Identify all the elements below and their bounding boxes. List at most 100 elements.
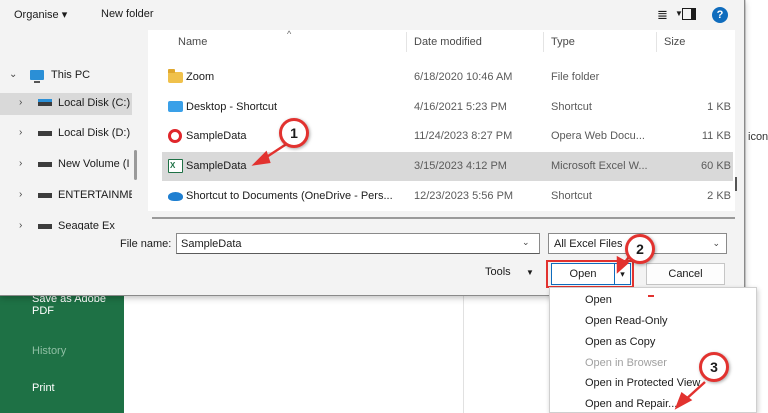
help-icon[interactable]: ? bbox=[712, 7, 728, 23]
file-date: 3/15/2023 4:12 PM bbox=[414, 160, 507, 172]
open-button-highlight bbox=[546, 260, 634, 288]
desktop-shortcut-icon bbox=[168, 101, 183, 112]
nav-item-new-volume[interactable]: › New Volume (I bbox=[0, 154, 132, 176]
navigation-pane: ⌄ This PC › Local Disk (C:) › Local Disk… bbox=[0, 30, 137, 230]
file-name: Zoom bbox=[186, 71, 215, 83]
file-date: 4/16/2021 5:23 PM bbox=[414, 101, 507, 113]
file-name: Desktop - Shortcut bbox=[186, 101, 278, 113]
nav-item-label: This PC bbox=[51, 69, 91, 81]
view-options-icon[interactable]: ≣ bbox=[657, 7, 668, 23]
sort-up-icon: ^ bbox=[287, 29, 292, 39]
chevron-down-icon[interactable]: ⌄ bbox=[712, 238, 720, 249]
opera-icon bbox=[168, 129, 182, 143]
file-type: Shortcut bbox=[551, 101, 592, 113]
file-name-label: File name: bbox=[120, 238, 172, 250]
nav-item-label: New Volume (I bbox=[58, 158, 130, 170]
file-row[interactable]: Shortcut to Documents (OneDrive - Pers..… bbox=[162, 182, 733, 211]
drive-c-icon bbox=[38, 99, 52, 106]
callout-3: 3 bbox=[699, 352, 729, 382]
chevron-right-icon[interactable]: › bbox=[19, 220, 22, 230]
background-text: icon bbox=[748, 131, 768, 143]
backstage-item-history[interactable]: History bbox=[32, 345, 66, 357]
file-size: 11 KB bbox=[701, 130, 731, 142]
preview-pane-icon[interactable] bbox=[682, 8, 696, 20]
drive-icon bbox=[38, 162, 52, 167]
organise-button[interactable]: Organise ▾ bbox=[14, 8, 67, 21]
drive-icon bbox=[38, 193, 52, 198]
file-type: Microsoft Excel W... bbox=[551, 160, 648, 172]
file-list: ^ Name Date modified Type Size Zoom 6/18… bbox=[148, 29, 735, 213]
file-name: Shortcut to Documents (OneDrive - Pers..… bbox=[186, 190, 393, 202]
column-name[interactable]: Name bbox=[178, 36, 207, 48]
annotation-mark bbox=[648, 295, 654, 297]
file-size: 60 KB bbox=[701, 160, 731, 172]
tools-button[interactable]: Tools bbox=[485, 266, 511, 278]
file-row[interactable]: Zoom 6/18/2020 10:46 AM File folder bbox=[162, 63, 733, 92]
file-list-header: ^ Name Date modified Type Size bbox=[148, 29, 735, 54]
background-window-edge: icon bbox=[745, 0, 768, 290]
backstage-item-print[interactable]: Print bbox=[32, 382, 55, 394]
backstage-sidebar: Save as Adobe PDF History Print bbox=[0, 290, 124, 413]
pc-icon bbox=[30, 70, 44, 83]
drive-icon bbox=[38, 224, 52, 229]
menu-item-open-and-repair[interactable]: Open and Repair... bbox=[585, 398, 677, 410]
chevron-right-icon[interactable]: › bbox=[19, 189, 22, 200]
file-type: Shortcut bbox=[551, 190, 592, 202]
drive-icon bbox=[38, 131, 52, 136]
chevron-down-icon[interactable]: ⌄ bbox=[9, 69, 17, 80]
column-size[interactable]: Size bbox=[664, 36, 685, 48]
nav-item-label: Local Disk (D:) bbox=[58, 127, 131, 139]
menu-item-open-read-only[interactable]: Open Read-Only bbox=[585, 315, 668, 327]
chevron-down-icon[interactable]: ⌄ bbox=[522, 237, 530, 248]
scroll-thumb[interactable] bbox=[152, 217, 735, 219]
nav-scrollbar[interactable] bbox=[134, 150, 137, 180]
file-size: 2 KB bbox=[707, 190, 731, 202]
chevron-right-icon[interactable]: › bbox=[19, 97, 22, 108]
column-divider[interactable] bbox=[543, 32, 544, 52]
column-type[interactable]: Type bbox=[551, 36, 575, 48]
callout-1: 1 bbox=[279, 118, 309, 148]
nav-item-seagate[interactable]: › Seagate Ex bbox=[0, 216, 132, 230]
callout-2: 2 bbox=[625, 234, 655, 264]
onedrive-icon bbox=[168, 192, 183, 201]
file-type-filter-value: All Excel Files bbox=[554, 238, 623, 250]
nav-item-label: ENTERTAINME bbox=[58, 189, 132, 201]
file-row[interactable]: SampleData 11/24/2023 8:27 PM Opera Web … bbox=[162, 122, 733, 151]
file-type: File folder bbox=[551, 71, 600, 83]
menu-item-open-as-copy[interactable]: Open as Copy bbox=[585, 336, 655, 348]
nav-item-label: Local Disk (C:) bbox=[58, 97, 131, 109]
horizontal-scrollbar[interactable] bbox=[148, 211, 735, 225]
excel-icon: X bbox=[168, 159, 183, 173]
file-list-scrollbar[interactable] bbox=[735, 177, 737, 191]
tools-caret-icon[interactable]: ▼ bbox=[526, 268, 534, 277]
file-date: 6/18/2020 10:46 AM bbox=[414, 71, 513, 83]
backstage-item-save-as-pdf[interactable]: Save as Adobe PDF bbox=[32, 293, 124, 317]
nav-item-local-disk-c[interactable]: › Local Disk (C:) bbox=[0, 93, 132, 115]
chevron-right-icon[interactable]: › bbox=[19, 158, 22, 169]
menu-item-open-protected-view[interactable]: Open in Protected View bbox=[585, 377, 700, 389]
file-row-selected[interactable]: X SampleData 3/15/2023 4:12 PM Microsoft… bbox=[162, 152, 733, 181]
file-type: Opera Web Docu... bbox=[551, 130, 645, 142]
file-date: 11/24/2023 8:27 PM bbox=[414, 130, 513, 142]
file-name: SampleData bbox=[186, 160, 247, 172]
file-row[interactable]: Desktop - Shortcut 4/16/2021 5:23 PM Sho… bbox=[162, 93, 733, 122]
dialog-toolbar: Organise ▾ New folder ≣ ▼ ? bbox=[0, 0, 744, 30]
nav-item-this-pc[interactable]: ⌄ This PC bbox=[0, 65, 132, 87]
folder-icon bbox=[168, 69, 183, 83]
nav-item-entertainment[interactable]: › ENTERTAINME bbox=[0, 185, 132, 207]
file-size: 1 KB bbox=[707, 101, 731, 113]
cancel-button[interactable]: Cancel bbox=[646, 263, 725, 285]
column-date-modified[interactable]: Date modified bbox=[414, 36, 482, 48]
file-name-field[interactable] bbox=[176, 233, 540, 254]
chevron-right-icon[interactable]: › bbox=[19, 127, 22, 138]
open-options-menu: Open Open Read-Only Open as Copy Open in… bbox=[549, 287, 757, 413]
nav-item-label: Seagate Ex bbox=[58, 220, 115, 230]
file-date: 12/23/2023 5:56 PM bbox=[414, 190, 514, 202]
menu-item-open[interactable]: Open bbox=[585, 294, 612, 306]
column-divider[interactable] bbox=[406, 32, 407, 52]
menu-item-open-in-browser: Open in Browser bbox=[585, 357, 667, 369]
nav-item-local-disk-d[interactable]: › Local Disk (D:) bbox=[0, 123, 132, 145]
new-folder-button[interactable]: New folder bbox=[101, 8, 154, 20]
column-divider[interactable] bbox=[656, 32, 657, 52]
file-name: SampleData bbox=[186, 130, 247, 142]
